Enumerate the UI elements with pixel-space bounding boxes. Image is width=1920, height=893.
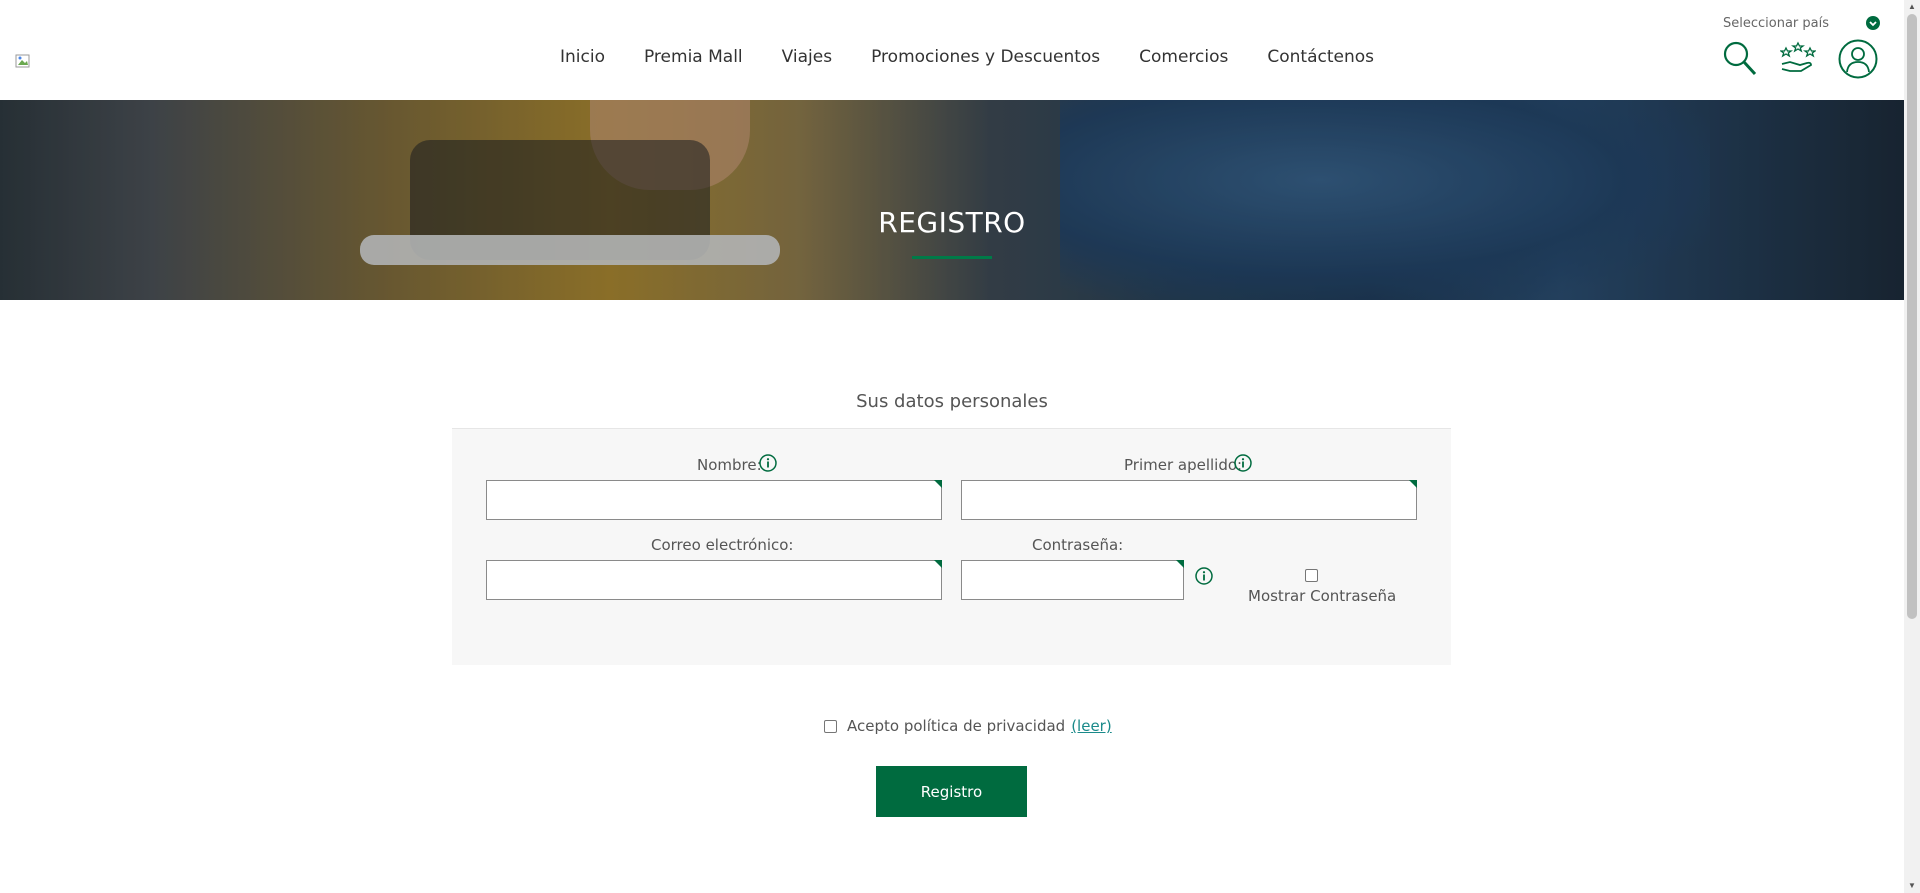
apellido-input[interactable] [961, 480, 1417, 520]
section-title: Sus datos personales [856, 391, 1048, 412]
nombre-label: Nombre: [697, 456, 762, 474]
show-password-label: Mostrar Contraseña [1248, 587, 1397, 605]
info-icon[interactable] [1234, 454, 1252, 472]
site-header: Inicio Premia Mall Viajes Promociones y … [0, 0, 1904, 100]
required-marker [934, 560, 942, 568]
scroll-up-arrow[interactable]: ▲ [1907, 2, 1917, 12]
search-icon[interactable] [1722, 40, 1758, 78]
privacy-read-link[interactable]: (leer) [1071, 717, 1112, 735]
hero-banner: REGISTRO [0, 100, 1904, 300]
scrollbar-thumb[interactable] [1907, 14, 1917, 619]
country-selector-label[interactable]: Seleccionar país [1723, 16, 1829, 31]
user-account-icon[interactable] [1838, 39, 1878, 79]
main-nav: Inicio Premia Mall Viajes Promociones y … [560, 47, 1413, 67]
nav-promociones[interactable]: Promociones y Descuentos [871, 47, 1100, 67]
privacy-row: Acepto política de privacidad (leer) [824, 717, 1112, 735]
info-icon[interactable] [759, 454, 777, 472]
email-field[interactable] [486, 560, 942, 600]
required-marker [1409, 480, 1417, 488]
password-label: Contraseña: [1032, 536, 1124, 554]
nav-viajes[interactable]: Viajes [782, 47, 832, 67]
register-button[interactable]: Registro [876, 766, 1027, 817]
rewards-icon[interactable] [1780, 40, 1816, 78]
scroll-down-arrow[interactable]: ▼ [1907, 881, 1917, 891]
nombre-input[interactable] [486, 480, 942, 520]
title-underline [912, 256, 992, 259]
nav-contactenos[interactable]: Contáctenos [1267, 47, 1374, 67]
correo-label: Correo electrónico: [651, 536, 794, 554]
nav-comercios[interactable]: Comercios [1139, 47, 1228, 67]
nav-inicio[interactable]: Inicio [560, 47, 605, 67]
chevron-down-icon[interactable] [1866, 16, 1880, 30]
page-title: REGISTRO [878, 206, 1026, 239]
privacy-checkbox[interactable] [824, 719, 837, 733]
show-password-checkbox[interactable] [1305, 569, 1318, 582]
info-icon[interactable] [1195, 567, 1213, 585]
password-field[interactable] [961, 560, 1184, 600]
required-marker [934, 480, 942, 488]
nav-premia-mall[interactable]: Premia Mall [644, 47, 743, 67]
apellido-label: Primer apellido: [1124, 456, 1243, 474]
logo-broken-image[interactable] [15, 53, 31, 69]
privacy-label: Acepto política de privacidad [847, 717, 1066, 735]
personal-data-form [452, 428, 1451, 665]
required-marker [1176, 560, 1184, 568]
